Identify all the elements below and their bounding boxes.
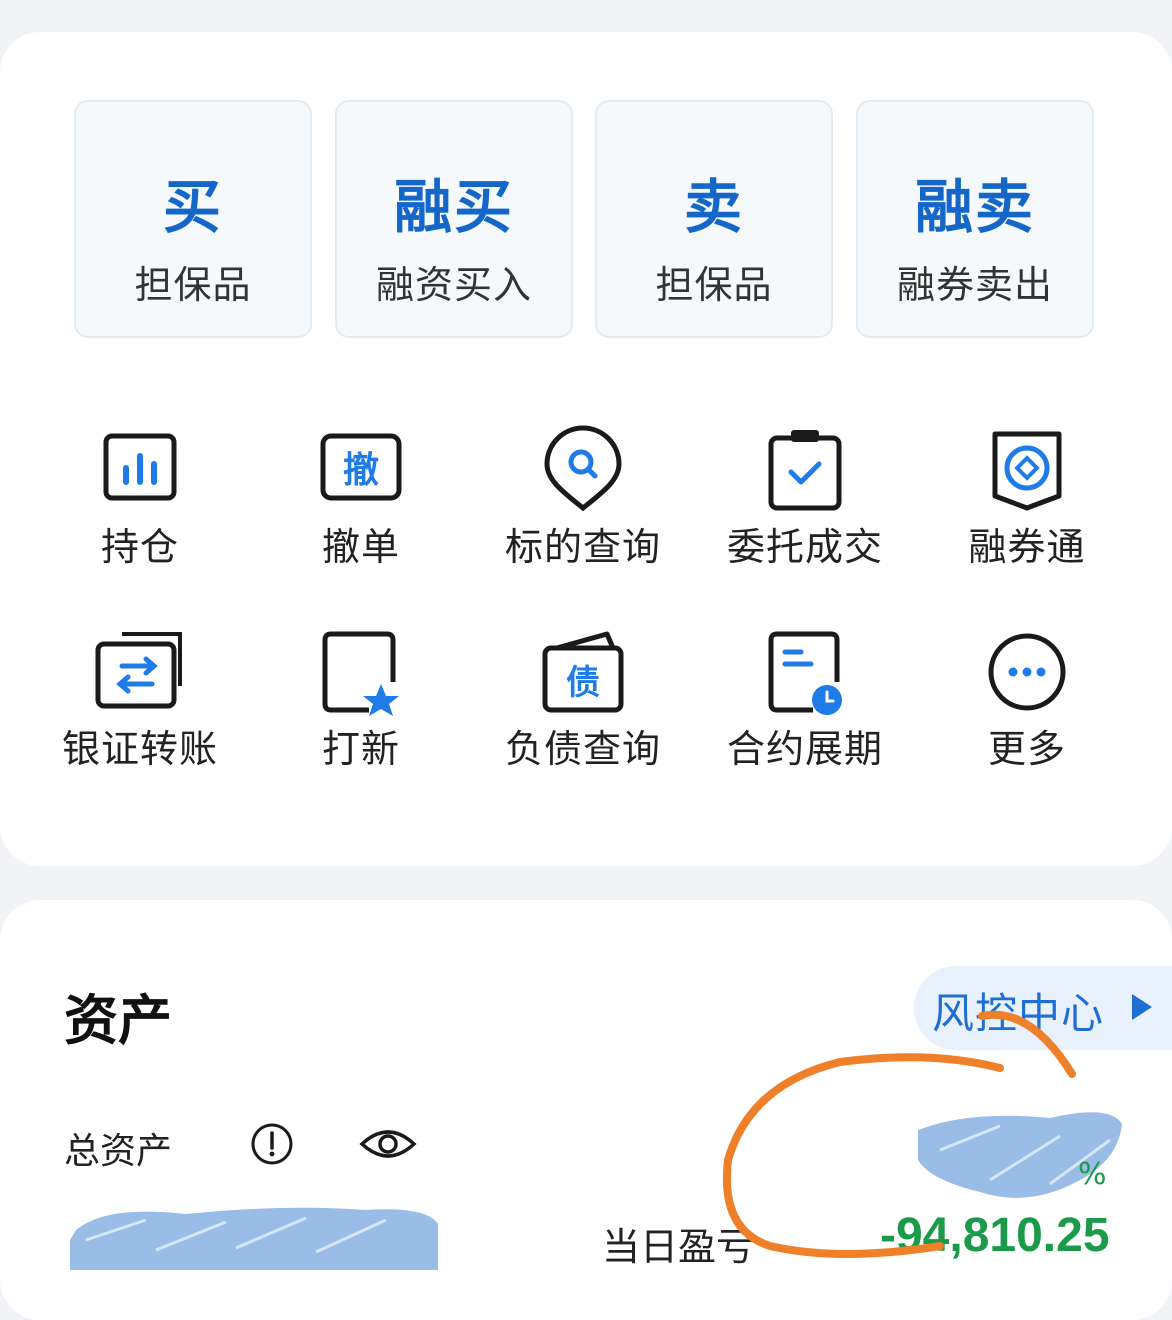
buy-label: 买 [162, 173, 223, 241]
eye-icon[interactable] [358, 1124, 418, 1164]
grid-item-contract-extension[interactable]: 合约展期 [694, 626, 916, 796]
grid-label-securities-lending: 融券通 [968, 525, 1086, 569]
redaction-mark [70, 1207, 438, 1270]
clipboard-check-icon [768, 430, 842, 511]
grid-label-target-query: 标的查询 [504, 525, 661, 569]
grid-item-target-query[interactable]: 标的查询 [472, 424, 694, 594]
total-assets-label: 总资产 [64, 1131, 173, 1172]
grid-item-cancel-order[interactable]: 撤 撤单 [250, 424, 472, 594]
sell-label: 卖 [683, 173, 744, 241]
grid-item-orders-trades[interactable]: 委托成交 [694, 424, 916, 594]
grid-label-orders-trades: 委托成交 [726, 525, 883, 569]
grid-item-positions[interactable]: 持仓 [29, 424, 251, 594]
grid-label-more: 更多 [987, 727, 1066, 771]
short-sell-label: 融卖 [914, 173, 1035, 241]
grid-label-ipo: 打新 [321, 727, 400, 771]
grid-label-positions: 持仓 [100, 525, 179, 569]
triangle-right-icon [1132, 994, 1152, 1020]
margin-buy-label: 融买 [393, 173, 514, 241]
grid-item-more[interactable]: 更多 [916, 626, 1138, 796]
short-sell-button[interactable]: 融卖 融券卖出 [856, 100, 1094, 338]
grid-item-securities-lending[interactable]: 融券通 [916, 424, 1138, 594]
grid-item-bank-transfer[interactable]: 银证转账 [29, 626, 251, 796]
cancel-order-icon: 撤 [320, 433, 402, 501]
grid-item-debt-query[interactable]: 债 负债查询 [472, 626, 694, 796]
svg-text:撤: 撤 [343, 450, 379, 491]
search-pin-icon [544, 425, 622, 512]
buy-collateral-button[interactable]: 买 担保品 [74, 100, 312, 338]
bar-chart-icon [103, 433, 177, 501]
grid-label-contract-extension: 合约展期 [726, 727, 883, 771]
assets-title: 资产 [64, 989, 172, 1052]
buy-sub-label: 担保品 [134, 263, 252, 307]
ipo-star-icon [322, 631, 399, 716]
sell-collateral-button[interactable]: 卖 担保品 [595, 100, 833, 338]
contract-clock-icon [768, 631, 842, 715]
grid-label-bank-transfer: 银证转账 [61, 727, 218, 771]
grid-item-ipo[interactable]: 打新 [250, 626, 472, 796]
annotation-scribble [723, 1010, 1076, 1258]
svg-text:债: 债 [566, 663, 600, 703]
coin-shield-icon [992, 431, 1062, 511]
margin-buy-button[interactable]: 融买 融资买入 [335, 100, 573, 338]
short-sell-sub-label: 融券卖出 [896, 263, 1053, 307]
grid-label-debt-query: 负债查询 [504, 727, 661, 771]
trade-card: 买 担保品 融买 融资买入 卖 担保品 融卖 融券卖出 持仓 撤 撤单 标的查询… [0, 32, 1172, 866]
grid-label-cancel-order: 撤单 [321, 525, 400, 569]
transfer-icon [95, 632, 182, 709]
margin-buy-sub-label: 融资买入 [375, 263, 532, 307]
more-icon [988, 633, 1066, 711]
info-icon[interactable] [250, 1122, 294, 1166]
debt-icon: 债 [542, 631, 624, 713]
sell-sub-label: 担保品 [655, 263, 773, 307]
